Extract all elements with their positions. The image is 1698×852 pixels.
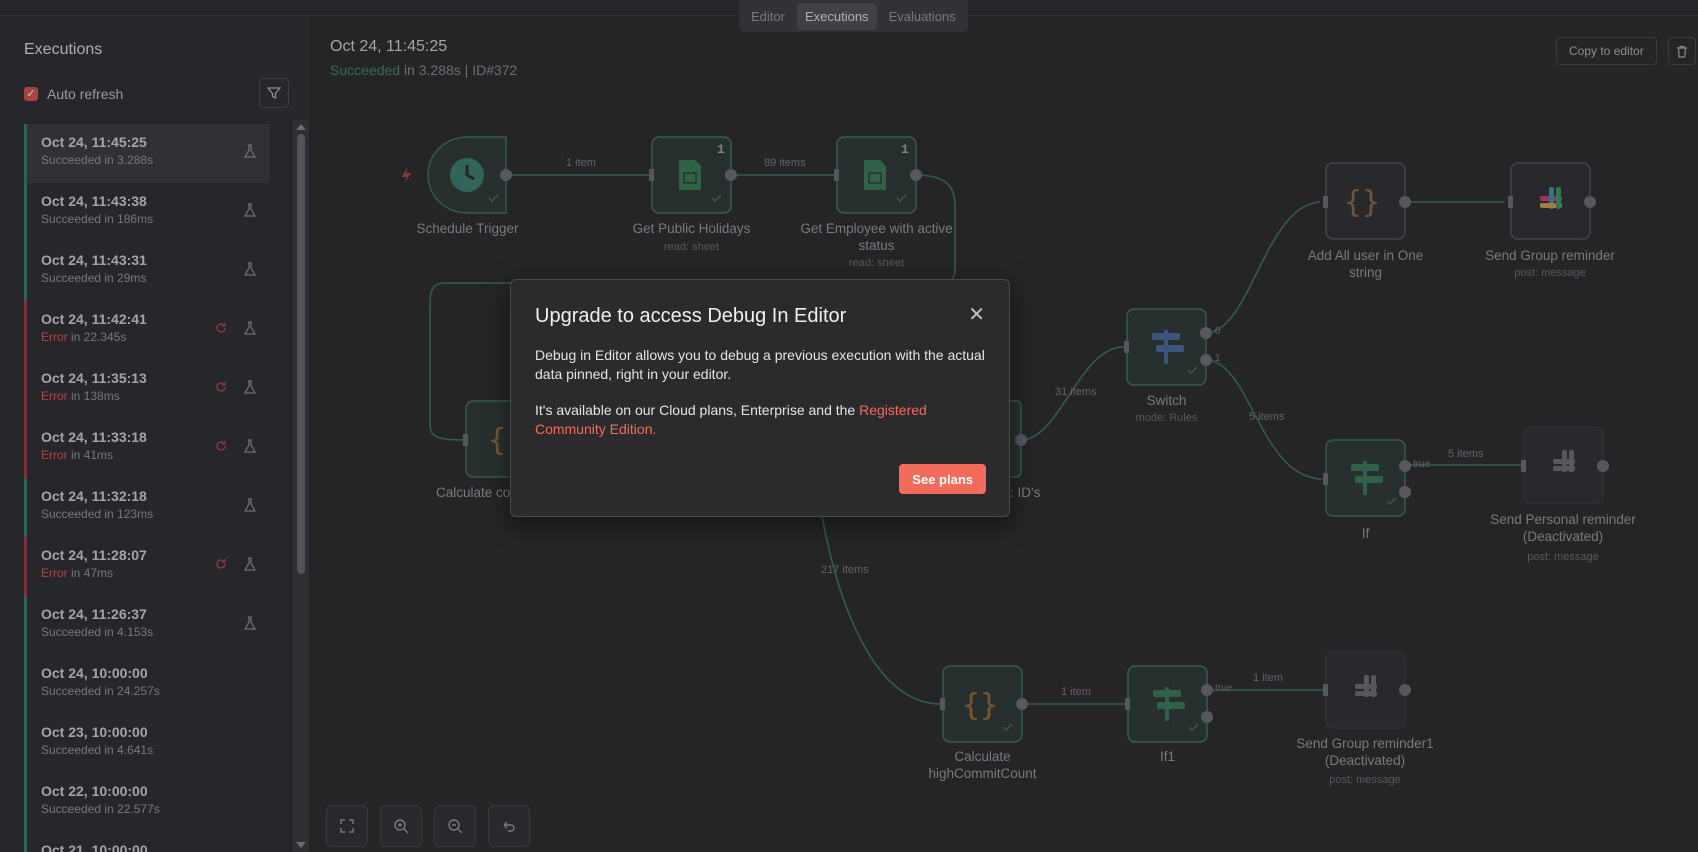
modal-availability-text: It's available on our Cloud plans, Enter… [535, 401, 985, 439]
see-plans-button[interactable]: See plans [899, 464, 986, 494]
upgrade-modal: Upgrade to access Debug In Editor ✕ Debu… [510, 279, 1010, 517]
modal-body-text: Debug in Editor allows you to debug a pr… [535, 347, 985, 382]
modal-title: Upgrade to access Debug In Editor [535, 305, 847, 327]
close-icon[interactable]: ✕ [968, 302, 985, 327]
availability-prefix: It's available on our Cloud plans, Enter… [535, 402, 860, 418]
